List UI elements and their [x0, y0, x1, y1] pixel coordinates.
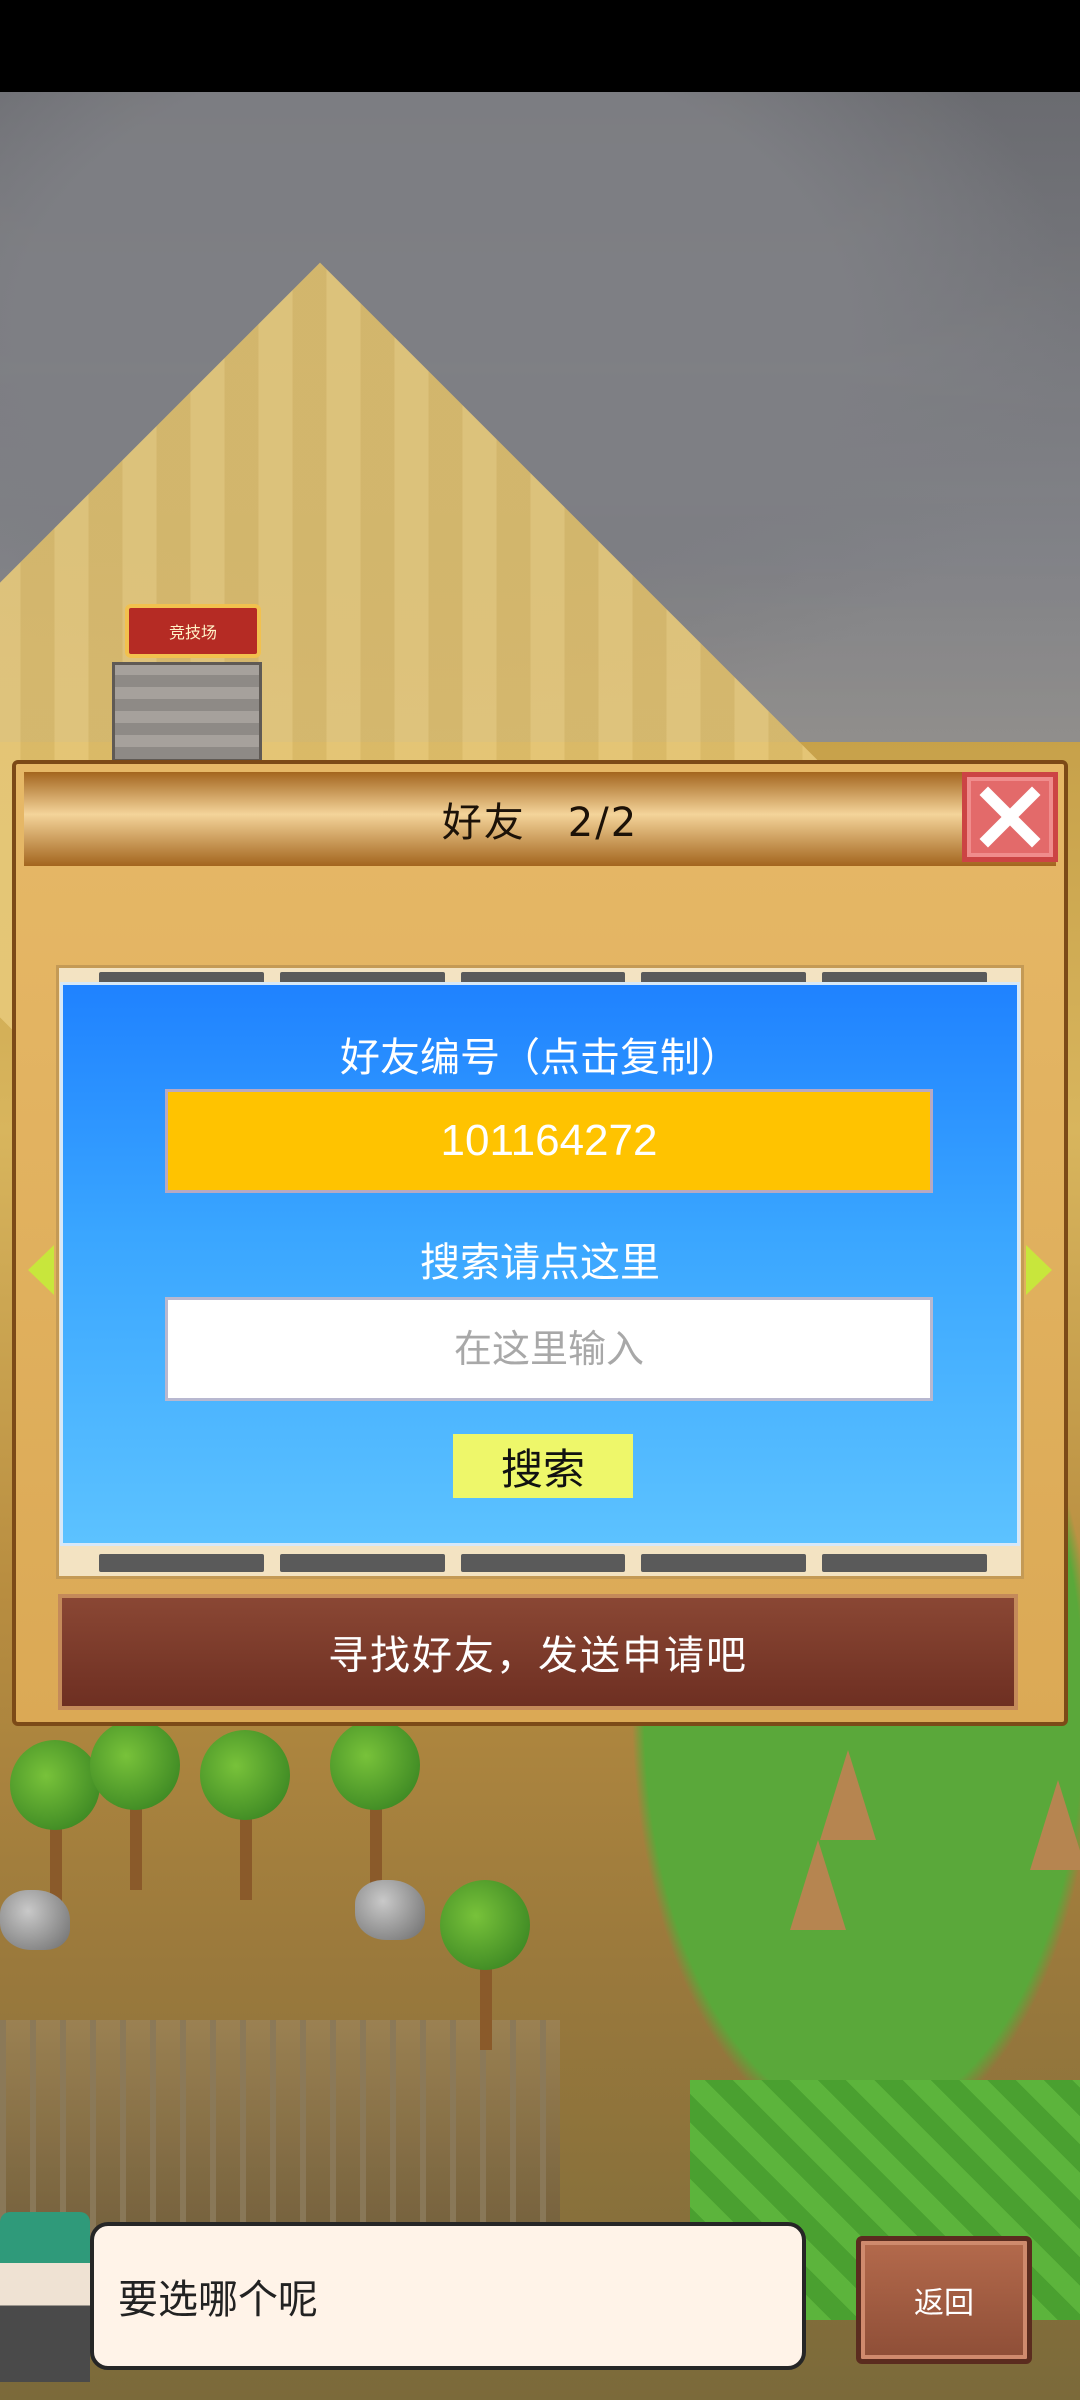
dialog-header: 好友 2/2 [24, 772, 1056, 866]
friend-search-panel: 好友编号（点击复制） 101164272 搜索请点这里 搜索 [60, 982, 1020, 1546]
search-button[interactable]: 搜索 [453, 1434, 633, 1498]
status-bar [0, 0, 1080, 92]
rock-spire [790, 1840, 846, 1930]
rock [355, 1880, 425, 1940]
back-button[interactable]: 返回 [856, 2236, 1032, 2364]
dialog-title: 好友 2/2 [441, 800, 639, 846]
palm-tree [10, 1740, 100, 1910]
search-input[interactable] [165, 1297, 933, 1401]
rock [0, 1890, 70, 1950]
arrow-right-icon[interactable] [1026, 1245, 1052, 1295]
rock-spire [1030, 1780, 1080, 1870]
friend-id-label: 好友编号（点击复制） [340, 1035, 740, 1081]
npc-speech-bubble: 要选哪个呢 [90, 2222, 806, 2370]
friend-id-copy-box[interactable]: 101164272 [165, 1089, 933, 1193]
palm-tree [200, 1730, 290, 1900]
hint-bar: 寻找好友，发送申请吧 [58, 1594, 1018, 1710]
npc-message: 要选哪个呢 [118, 2277, 318, 2323]
palm-tree [90, 1720, 180, 1890]
arena-building[interactable] [112, 662, 262, 762]
panel-tabs-bottom [99, 1554, 987, 1572]
palm-tree [440, 1880, 530, 2050]
rock-spire [820, 1750, 876, 1840]
palm-tree [330, 1720, 420, 1890]
npc-avatar [0, 2212, 90, 2382]
search-label: 搜索请点这里 [420, 1240, 660, 1286]
close-icon [979, 786, 1041, 848]
arena-sign[interactable]: 竞技场 [125, 604, 261, 658]
close-button[interactable] [962, 772, 1058, 862]
arrow-left-icon[interactable] [28, 1245, 54, 1295]
